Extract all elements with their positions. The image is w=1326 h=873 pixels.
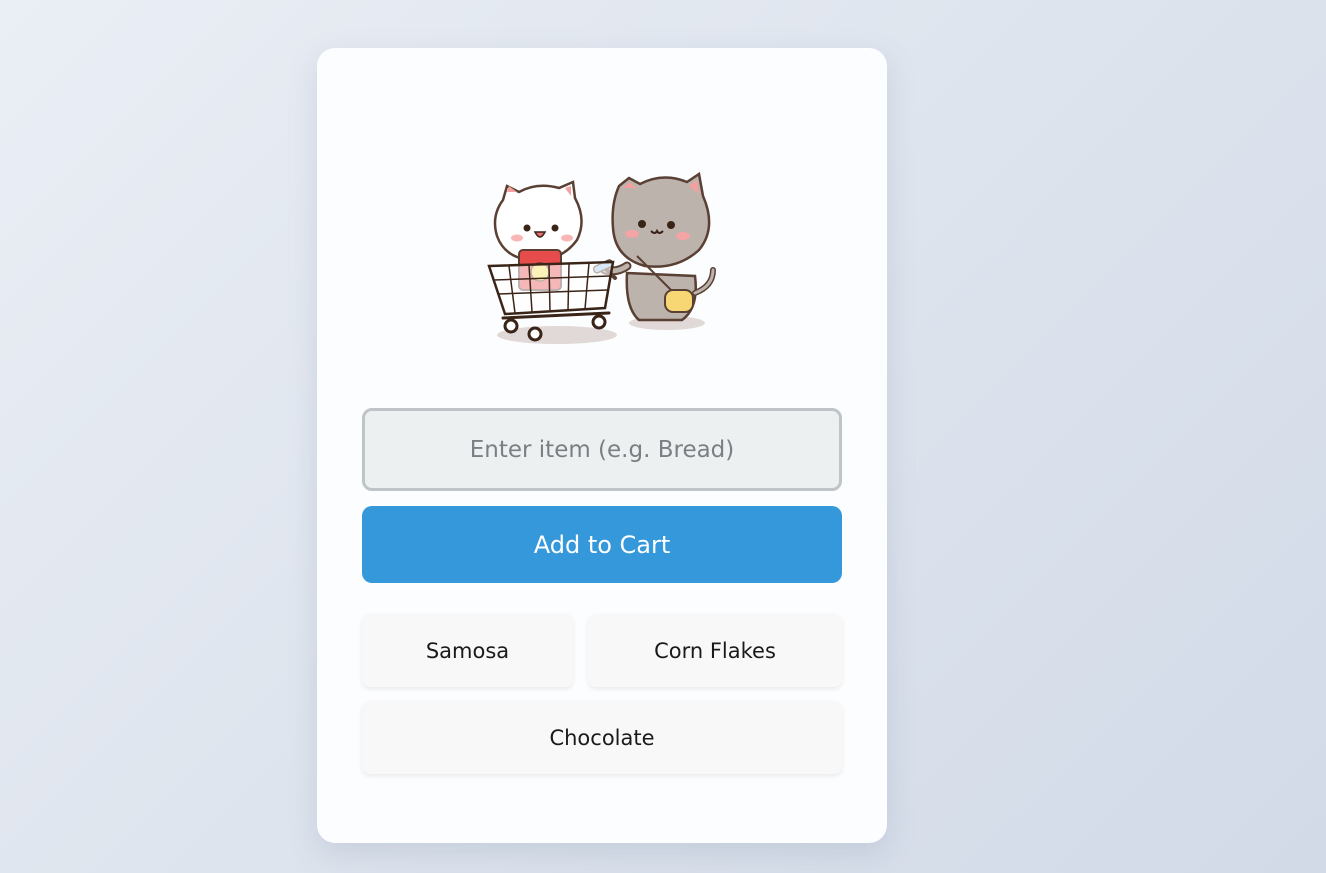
item-chip-corn-flakes[interactable]: Corn Flakes bbox=[588, 614, 842, 687]
add-to-cart-button[interactable]: Add to Cart bbox=[362, 506, 842, 583]
item-input[interactable] bbox=[362, 408, 842, 491]
item-chip-chocolate[interactable]: Chocolate bbox=[362, 701, 842, 774]
shopping-card: Add to Cart Samosa Corn Flakes Chocolate bbox=[317, 48, 887, 843]
item-chip-samosa[interactable]: Samosa bbox=[362, 614, 573, 687]
cats-shopping-cart-illustration bbox=[487, 171, 716, 344]
